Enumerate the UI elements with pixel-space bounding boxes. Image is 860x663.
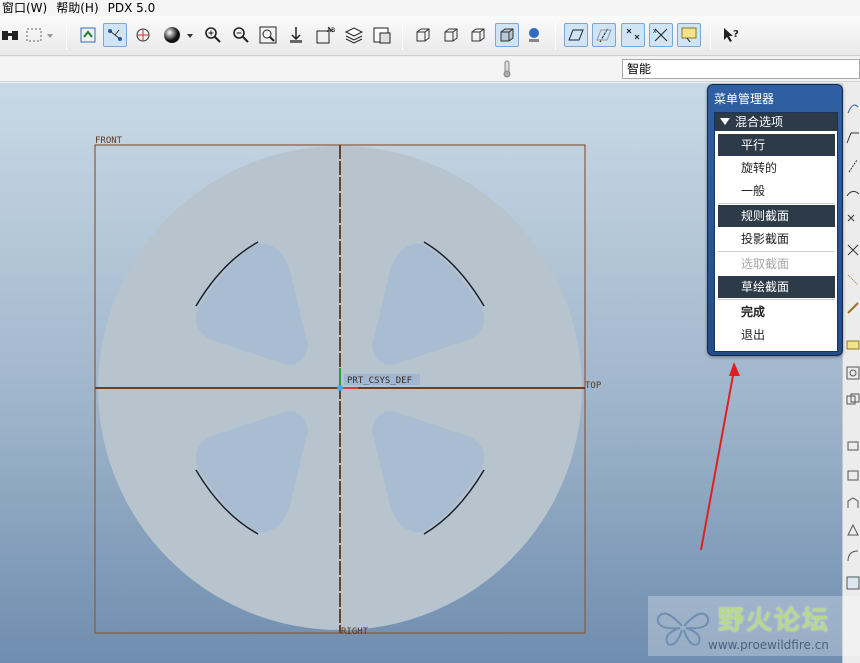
sketch-curve-icon[interactable] xyxy=(846,186,860,200)
option-project-section[interactable]: 投影截面 xyxy=(718,228,835,250)
forum-watermark: 野火论坛 www.proewildfire.cn xyxy=(648,596,860,656)
datum-point-tool-icon[interactable] xyxy=(846,213,860,227)
toolbar-separator xyxy=(66,22,67,50)
menu-window[interactable]: 窗口(W) xyxy=(0,0,54,16)
menu-manager-title: 菜单管理器 xyxy=(714,92,775,106)
blend-icon[interactable] xyxy=(846,523,860,537)
label-right: RIGHT xyxy=(341,627,369,637)
regenerate-icon[interactable] xyxy=(76,23,100,47)
collapse-triangle-icon xyxy=(720,118,730,125)
no-hidden-icon[interactable] xyxy=(466,23,490,47)
option-select-section: 选取截面 xyxy=(741,257,790,271)
menu-bar: 窗口(W) 帮助(H) PDX 5.0 xyxy=(0,0,860,16)
menu-help[interactable]: 帮助(H) xyxy=(54,0,105,16)
revolve-icon[interactable] xyxy=(846,468,860,482)
datum-plane-tool-icon[interactable] xyxy=(846,131,860,145)
toolbar-separator xyxy=(555,22,556,50)
draft-icon[interactable] xyxy=(846,576,860,590)
label-csys: PRT_CSYS_DEF xyxy=(347,376,412,386)
shading-icon[interactable] xyxy=(495,23,519,47)
annotation-arrow xyxy=(700,362,740,551)
menu-divider xyxy=(718,299,835,300)
menu-manager-panel: 混合选项 平行 旋转的 一般 规则截面 投影截面 选取截面 草绘截面 完成 退出 xyxy=(714,112,838,352)
datum-points-icon[interactable] xyxy=(621,23,645,47)
menu-manager-dialog: 菜单管理器 混合选项 平行 旋转的 一般 规则截面 投影截面 选取截面 草绘截面… xyxy=(707,84,843,356)
status-filter-bar: 智能 xyxy=(0,57,860,82)
toolbar-separator xyxy=(710,22,711,50)
main-toolbar: AB X ? xyxy=(0,16,860,56)
option-sketch-section[interactable]: 草绘截面 xyxy=(718,276,835,298)
spin-center-icon[interactable] xyxy=(131,23,155,47)
label-front: FRONT xyxy=(95,136,123,146)
coord-systems-icon[interactable]: X xyxy=(649,23,673,47)
datum-display-icon[interactable] xyxy=(103,23,127,47)
thermometer-icon xyxy=(503,60,511,78)
binoculars-icon[interactable] xyxy=(0,23,22,47)
context-help-icon[interactable]: ? xyxy=(719,23,743,47)
refit-icon[interactable] xyxy=(256,23,280,47)
layers-icon[interactable] xyxy=(342,23,366,47)
reorient-icon[interactable] xyxy=(284,23,308,47)
select-box-icon[interactable] xyxy=(22,23,46,47)
watermark-title: 野火论坛 xyxy=(718,606,831,636)
dropdown-icon[interactable] xyxy=(184,23,196,47)
shade-sphere-icon[interactable] xyxy=(160,23,184,47)
done-button[interactable]: 完成 xyxy=(718,301,835,323)
quit-button[interactable]: 退出 xyxy=(718,324,835,346)
selection-filter-select[interactable]: 智能 xyxy=(622,59,860,79)
option-rotational[interactable]: 旋转的 xyxy=(718,157,835,179)
butterfly-logo-icon xyxy=(656,612,710,646)
zoom-in-icon[interactable] xyxy=(201,23,225,47)
menu-divider xyxy=(718,203,835,204)
blend-options-header[interactable]: 混合选项 xyxy=(715,113,837,131)
view-manager-icon[interactable] xyxy=(846,366,860,380)
option-parallel[interactable]: 平行 xyxy=(718,134,835,156)
model-tree-icon[interactable] xyxy=(370,23,394,47)
extrude-icon[interactable] xyxy=(846,438,860,452)
zoom-out-icon[interactable] xyxy=(229,23,253,47)
svg-text:?: ? xyxy=(733,29,739,40)
saved-views-icon[interactable]: AB xyxy=(313,23,337,47)
toolbar-separator xyxy=(402,22,403,50)
round-icon[interactable] xyxy=(846,549,860,563)
dropdown-icon[interactable] xyxy=(44,23,56,47)
datum-axis-tool-icon[interactable] xyxy=(846,159,860,173)
datum-axes-icon[interactable] xyxy=(592,23,616,47)
pencil-icon[interactable] xyxy=(846,301,860,315)
annotations-icon[interactable] xyxy=(677,23,701,47)
option-general[interactable]: 一般 xyxy=(718,180,835,202)
svg-text:X: X xyxy=(653,29,657,35)
analysis-tool-icon[interactable] xyxy=(846,273,860,287)
option-regular-section[interactable]: 规则截面 xyxy=(718,205,835,227)
datum-curve-icon[interactable] xyxy=(846,101,860,115)
sweep-icon[interactable] xyxy=(846,496,860,510)
watermark-url: www.proewildfire.cn xyxy=(708,638,829,652)
svg-text:AB: AB xyxy=(327,27,335,34)
datum-planes-icon[interactable] xyxy=(564,23,588,47)
csys-tool-icon[interactable] xyxy=(846,243,860,257)
copy-tool-icon[interactable] xyxy=(846,393,860,407)
hidden-line-icon[interactable] xyxy=(439,23,463,47)
menu-divider xyxy=(718,251,835,252)
right-feature-toolbar xyxy=(842,83,860,663)
note-tool-icon[interactable] xyxy=(846,338,860,352)
wireframe-icon[interactable] xyxy=(411,23,435,47)
appearance-icon[interactable] xyxy=(522,23,546,47)
label-top: TOP xyxy=(585,381,602,391)
menu-pdx[interactable]: PDX 5.0 xyxy=(106,0,163,16)
